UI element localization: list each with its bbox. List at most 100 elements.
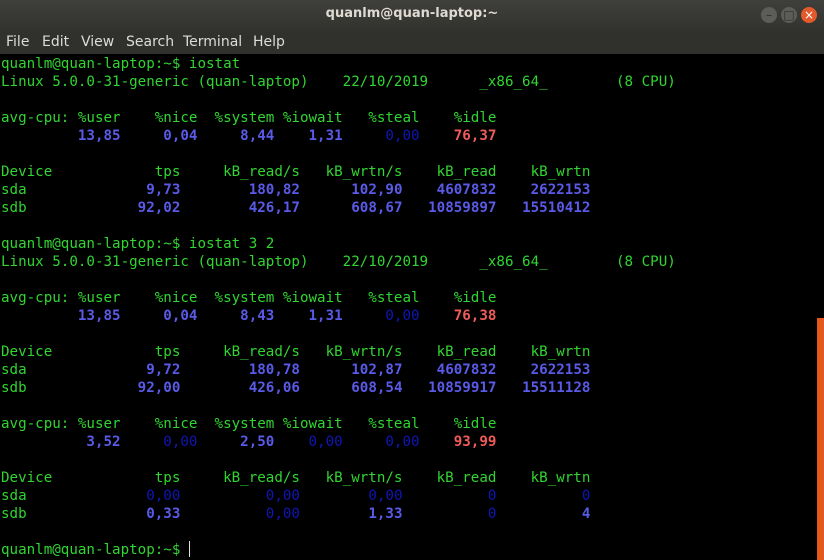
- terminal-text: avg-cpu: %user %nice %system %iowait %st…: [1, 416, 497, 432]
- value: 3,52: [69, 434, 121, 450]
- value: 0,00: [120, 488, 181, 504]
- value: 2622153: [496, 182, 591, 198]
- value: 180,82: [180, 182, 300, 198]
- menu-view[interactable]: View: [81, 34, 114, 50]
- value: 1,31: [274, 128, 343, 144]
- value: 10859897: [402, 200, 497, 216]
- terminal-text: quanlm@quan-laptop:~$ iostat: [1, 56, 241, 72]
- value: 4607832: [402, 182, 497, 198]
- device-row-sda: sda 9,72 180,78 102,87 4607832 2622153: [1, 361, 590, 379]
- window-title: quanlm@quan-laptop:~: [325, 6, 499, 21]
- value: 2,50: [197, 434, 275, 450]
- value: 0,00: [342, 308, 420, 324]
- value: 426,06: [180, 380, 300, 396]
- value: 0,00: [120, 434, 198, 450]
- value: 180,78: [180, 362, 300, 378]
- command-line: quanlm@quan-laptop:~$ iostat: [1, 55, 240, 73]
- cpu-values: 13,85 0,04 8,44 1,31 0,00 76,37: [1, 127, 497, 145]
- device-row-sda: sda 9,73 180,82 102,90 4607832 2622153: [1, 181, 590, 199]
- terminal-text: Device tps kB_read/s kB_wrtn/s kB_read k…: [1, 470, 591, 486]
- terminal-text: Device tps kB_read/s kB_wrtn/s kB_read k…: [1, 344, 591, 360]
- value: 102,90: [299, 182, 403, 198]
- device-header: Device tps kB_read/s kB_wrtn/s kB_read k…: [1, 343, 590, 361]
- value: 0,00: [342, 434, 420, 450]
- value: 92,00: [120, 380, 181, 396]
- value: 76,38: [419, 308, 497, 324]
- value: 92,02: [120, 200, 181, 216]
- terminal-text: Device tps kB_read/s kB_wrtn/s kB_read k…: [1, 164, 591, 180]
- value: 608,54: [299, 380, 403, 396]
- value: 9,73: [120, 182, 181, 198]
- terminal-text: Linux 5.0.0-31-generic (quan-laptop) 22/…: [1, 254, 676, 270]
- title-bar[interactable]: quanlm@quan-laptop:~ – □ ×: [0, 0, 824, 31]
- device-row-sdb: sdb 92,02 426,17 608,67 10859897 1551041…: [1, 199, 590, 217]
- cpu-values: 3,52 0,00 2,50 0,00 0,00 93,99: [1, 433, 496, 451]
- terminal-text: sdb: [1, 380, 121, 396]
- minimize-icon[interactable]: –: [761, 7, 777, 23]
- terminal-text: sdb: [1, 200, 121, 216]
- terminal-text: quanlm@quan-laptop:~$: [1, 542, 189, 558]
- value: 13,85: [69, 308, 121, 324]
- value: 0,00: [180, 506, 300, 522]
- value: 4607832: [402, 362, 497, 378]
- value: 0: [496, 488, 591, 504]
- menu-file[interactable]: File: [6, 34, 29, 50]
- text-cursor: [188, 541, 190, 557]
- value: 1,31: [274, 308, 343, 324]
- device-row-sdb: sdb 0,33 0,00 1,33 0 4: [1, 505, 590, 523]
- menu-help[interactable]: Help: [253, 34, 285, 50]
- value: 608,67: [299, 200, 403, 216]
- prompt-line: quanlm@quan-laptop:~$: [1, 541, 190, 559]
- value: 0,33: [120, 506, 181, 522]
- command-line: quanlm@quan-laptop:~$ iostat 3 2: [1, 235, 274, 253]
- value: 15511128: [496, 380, 591, 396]
- cpu-header: avg-cpu: %user %nice %system %iowait %st…: [1, 109, 496, 127]
- terminal-text: sda: [1, 182, 121, 198]
- value: 0,04: [120, 128, 198, 144]
- menu-search[interactable]: Search: [126, 34, 174, 50]
- device-row-sdb: sdb 92,00 426,06 608,54 10859917 1551112…: [1, 379, 590, 397]
- value: 0: [402, 488, 497, 504]
- terminal-text: sda: [1, 362, 121, 378]
- cpu-header: avg-cpu: %user %nice %system %iowait %st…: [1, 289, 496, 307]
- value: 1,33: [299, 506, 403, 522]
- device-header: Device tps kB_read/s kB_wrtn/s kB_read k…: [1, 163, 590, 181]
- terminal-text: quanlm@quan-laptop:~$ iostat 3 2: [1, 236, 275, 252]
- value: 10859917: [402, 380, 497, 396]
- value: 15510412: [496, 200, 591, 216]
- value: 8,43: [197, 308, 275, 324]
- value: 8,44: [197, 128, 275, 144]
- terminal-window: quanlm@quan-laptop:~ – □ × File Edit Vie…: [0, 0, 824, 560]
- system-info-line: Linux 5.0.0-31-generic (quan-laptop) 22/…: [1, 253, 676, 271]
- value: 426,17: [180, 200, 300, 216]
- maximize-icon[interactable]: □: [781, 7, 797, 23]
- value: 76,37: [419, 128, 497, 144]
- value: 102,87: [299, 362, 403, 378]
- terminal-text: Linux 5.0.0-31-generic (quan-laptop) 22/…: [1, 74, 676, 90]
- cpu-header: avg-cpu: %user %nice %system %iowait %st…: [1, 415, 496, 433]
- terminal-text: sdb: [1, 506, 121, 522]
- value: 0,00: [342, 128, 420, 144]
- device-header: Device tps kB_read/s kB_wrtn/s kB_read k…: [1, 469, 590, 487]
- value: 0,00: [299, 488, 403, 504]
- close-icon[interactable]: ×: [801, 7, 817, 23]
- terminal-text: sda: [1, 488, 121, 504]
- value: 13,85: [69, 128, 121, 144]
- device-row-sda: sda 0,00 0,00 0,00 0 0: [1, 487, 590, 505]
- value: 4: [496, 506, 591, 522]
- value: 0,00: [274, 434, 343, 450]
- menu-bar: File Edit View Search Terminal Help: [0, 31, 824, 54]
- value: 2622153: [496, 362, 591, 378]
- scrollbar[interactable]: [817, 318, 824, 560]
- system-info-line: Linux 5.0.0-31-generic (quan-laptop) 22/…: [1, 73, 676, 91]
- value: 0,00: [180, 488, 300, 504]
- menu-terminal[interactable]: Terminal: [183, 34, 242, 50]
- value: 9,72: [120, 362, 181, 378]
- value: 0,04: [120, 308, 198, 324]
- terminal-output[interactable]: quanlm@quan-laptop:~$ iostat Linux 5.0.0-…: [1, 55, 816, 560]
- terminal-text: avg-cpu: %user %nice %system %iowait %st…: [1, 290, 497, 306]
- menu-edit[interactable]: Edit: [42, 34, 69, 50]
